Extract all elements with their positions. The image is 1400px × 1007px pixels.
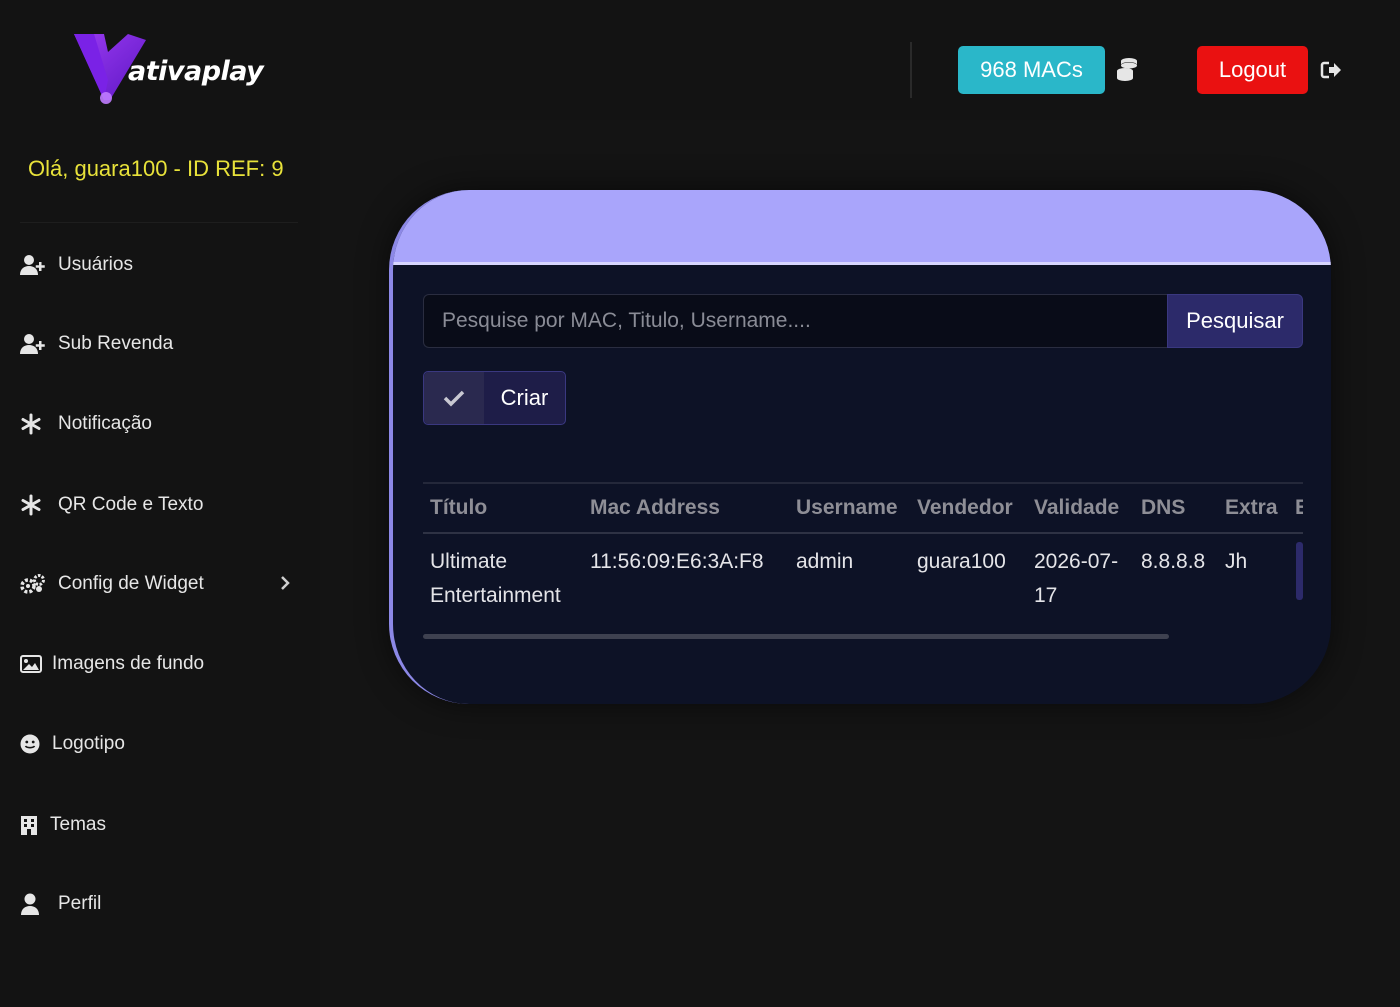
- search-input[interactable]: [423, 294, 1167, 348]
- gears-icon: [20, 572, 48, 596]
- user-plus-icon: [20, 253, 48, 277]
- sign-out-icon[interactable]: [1320, 59, 1342, 81]
- cell-dns: 8.8.8.8: [1141, 550, 1206, 573]
- building-icon: [20, 813, 40, 837]
- cell-titulo: Ultimate Entertainment: [430, 550, 561, 607]
- create-button-label: Criar: [500, 385, 549, 410]
- search-button[interactable]: Pesquisar: [1167, 294, 1303, 348]
- sidebar-item-label: Temas: [50, 814, 106, 835]
- user-plus-icon: [20, 332, 48, 356]
- sidebar-item-perfil[interactable]: Perfil: [20, 884, 300, 924]
- column-header-validade[interactable]: Validade: [1027, 482, 1134, 534]
- brand-name: ativaplay: [128, 56, 264, 87]
- check-icon: [424, 372, 484, 424]
- sidebar: ativaplay Olá, guara100 - ID REF: 9 Usuá…: [0, 0, 320, 1007]
- sidebar-item-imagens-fundo[interactable]: Imagens de fundo: [20, 644, 300, 684]
- users-table: Título Mac Address Username Vendedor Val…: [423, 482, 1303, 642]
- sidebar-item-label: Sub Revenda: [58, 333, 174, 354]
- sidebar-item-label: Usuários: [58, 254, 133, 275]
- coins-icon: [1117, 58, 1137, 81]
- column-header-extra[interactable]: Extra: [1218, 482, 1288, 534]
- users-card: Pesquisar Criar Título Mac Address Usern…: [389, 190, 1331, 704]
- logout-button[interactable]: Logout: [1197, 46, 1308, 94]
- create-button[interactable]: Criar: [423, 371, 566, 425]
- chevron-right-icon[interactable]: [280, 574, 290, 592]
- user-greeting: Olá, guara100 - ID REF: 9: [28, 156, 284, 181]
- sidebar-item-label: Imagens de fundo: [52, 653, 205, 674]
- column-header-mac[interactable]: Mac Address: [583, 482, 789, 534]
- cell-validade: 2026-07-17: [1034, 550, 1119, 607]
- asterisk-icon: [20, 493, 48, 517]
- sidebar-item-config-widget[interactable]: Config de Widget: [20, 564, 300, 604]
- cell-username: admin: [796, 550, 854, 573]
- sidebar-item-qr-code[interactable]: QR Code e Texto: [20, 485, 300, 525]
- image-icon: [20, 652, 42, 676]
- table-row[interactable]: Ultimate Entertainment 11:56:09:E6:3A:F8…: [423, 533, 1303, 613]
- column-header-vendedor[interactable]: Vendedor: [910, 482, 1027, 534]
- column-header-username[interactable]: Username: [789, 482, 910, 534]
- divider: [20, 222, 298, 223]
- smile-icon: [20, 732, 42, 756]
- sidebar-item-label: Logotipo: [52, 733, 125, 754]
- sidebar-item-label: Config de Widget: [58, 573, 204, 594]
- column-header-dns[interactable]: DNS: [1134, 482, 1218, 534]
- column-header-titulo[interactable]: Título: [423, 482, 583, 534]
- horizontal-scrollbar[interactable]: [423, 634, 1169, 639]
- sidebar-item-logotipo[interactable]: Logotipo: [20, 724, 300, 764]
- sidebar-item-label: QR Code e Texto: [58, 494, 204, 515]
- sidebar-item-notificacao[interactable]: Notificação: [20, 404, 300, 444]
- table-header-row: Título Mac Address Username Vendedor Val…: [423, 482, 1303, 534]
- search-bar: Pesquisar: [423, 294, 1303, 348]
- macs-credits-button[interactable]: 968 MACs: [958, 46, 1105, 94]
- cell-vendedor: guara100: [917, 550, 1006, 573]
- card-header: [393, 190, 1331, 265]
- cell-extra: Jh: [1225, 550, 1248, 573]
- sidebar-item-usuarios[interactable]: Usuários: [20, 245, 300, 285]
- sidebar-item-sub-revenda[interactable]: Sub Revenda: [20, 324, 300, 364]
- cell-mac: 11:56:09:E6:3A:F8: [590, 550, 764, 573]
- sidebar-item-temas[interactable]: Temas: [20, 805, 300, 845]
- sidebar-item-label: Perfil: [58, 893, 102, 914]
- row-action-button[interactable]: [1296, 542, 1303, 600]
- sidebar-item-label: Notificação: [58, 413, 152, 434]
- column-header-truncated[interactable]: E: [1288, 482, 1303, 534]
- asterisk-icon: [20, 412, 48, 436]
- user-icon: [20, 892, 48, 916]
- header-divider: [910, 42, 912, 98]
